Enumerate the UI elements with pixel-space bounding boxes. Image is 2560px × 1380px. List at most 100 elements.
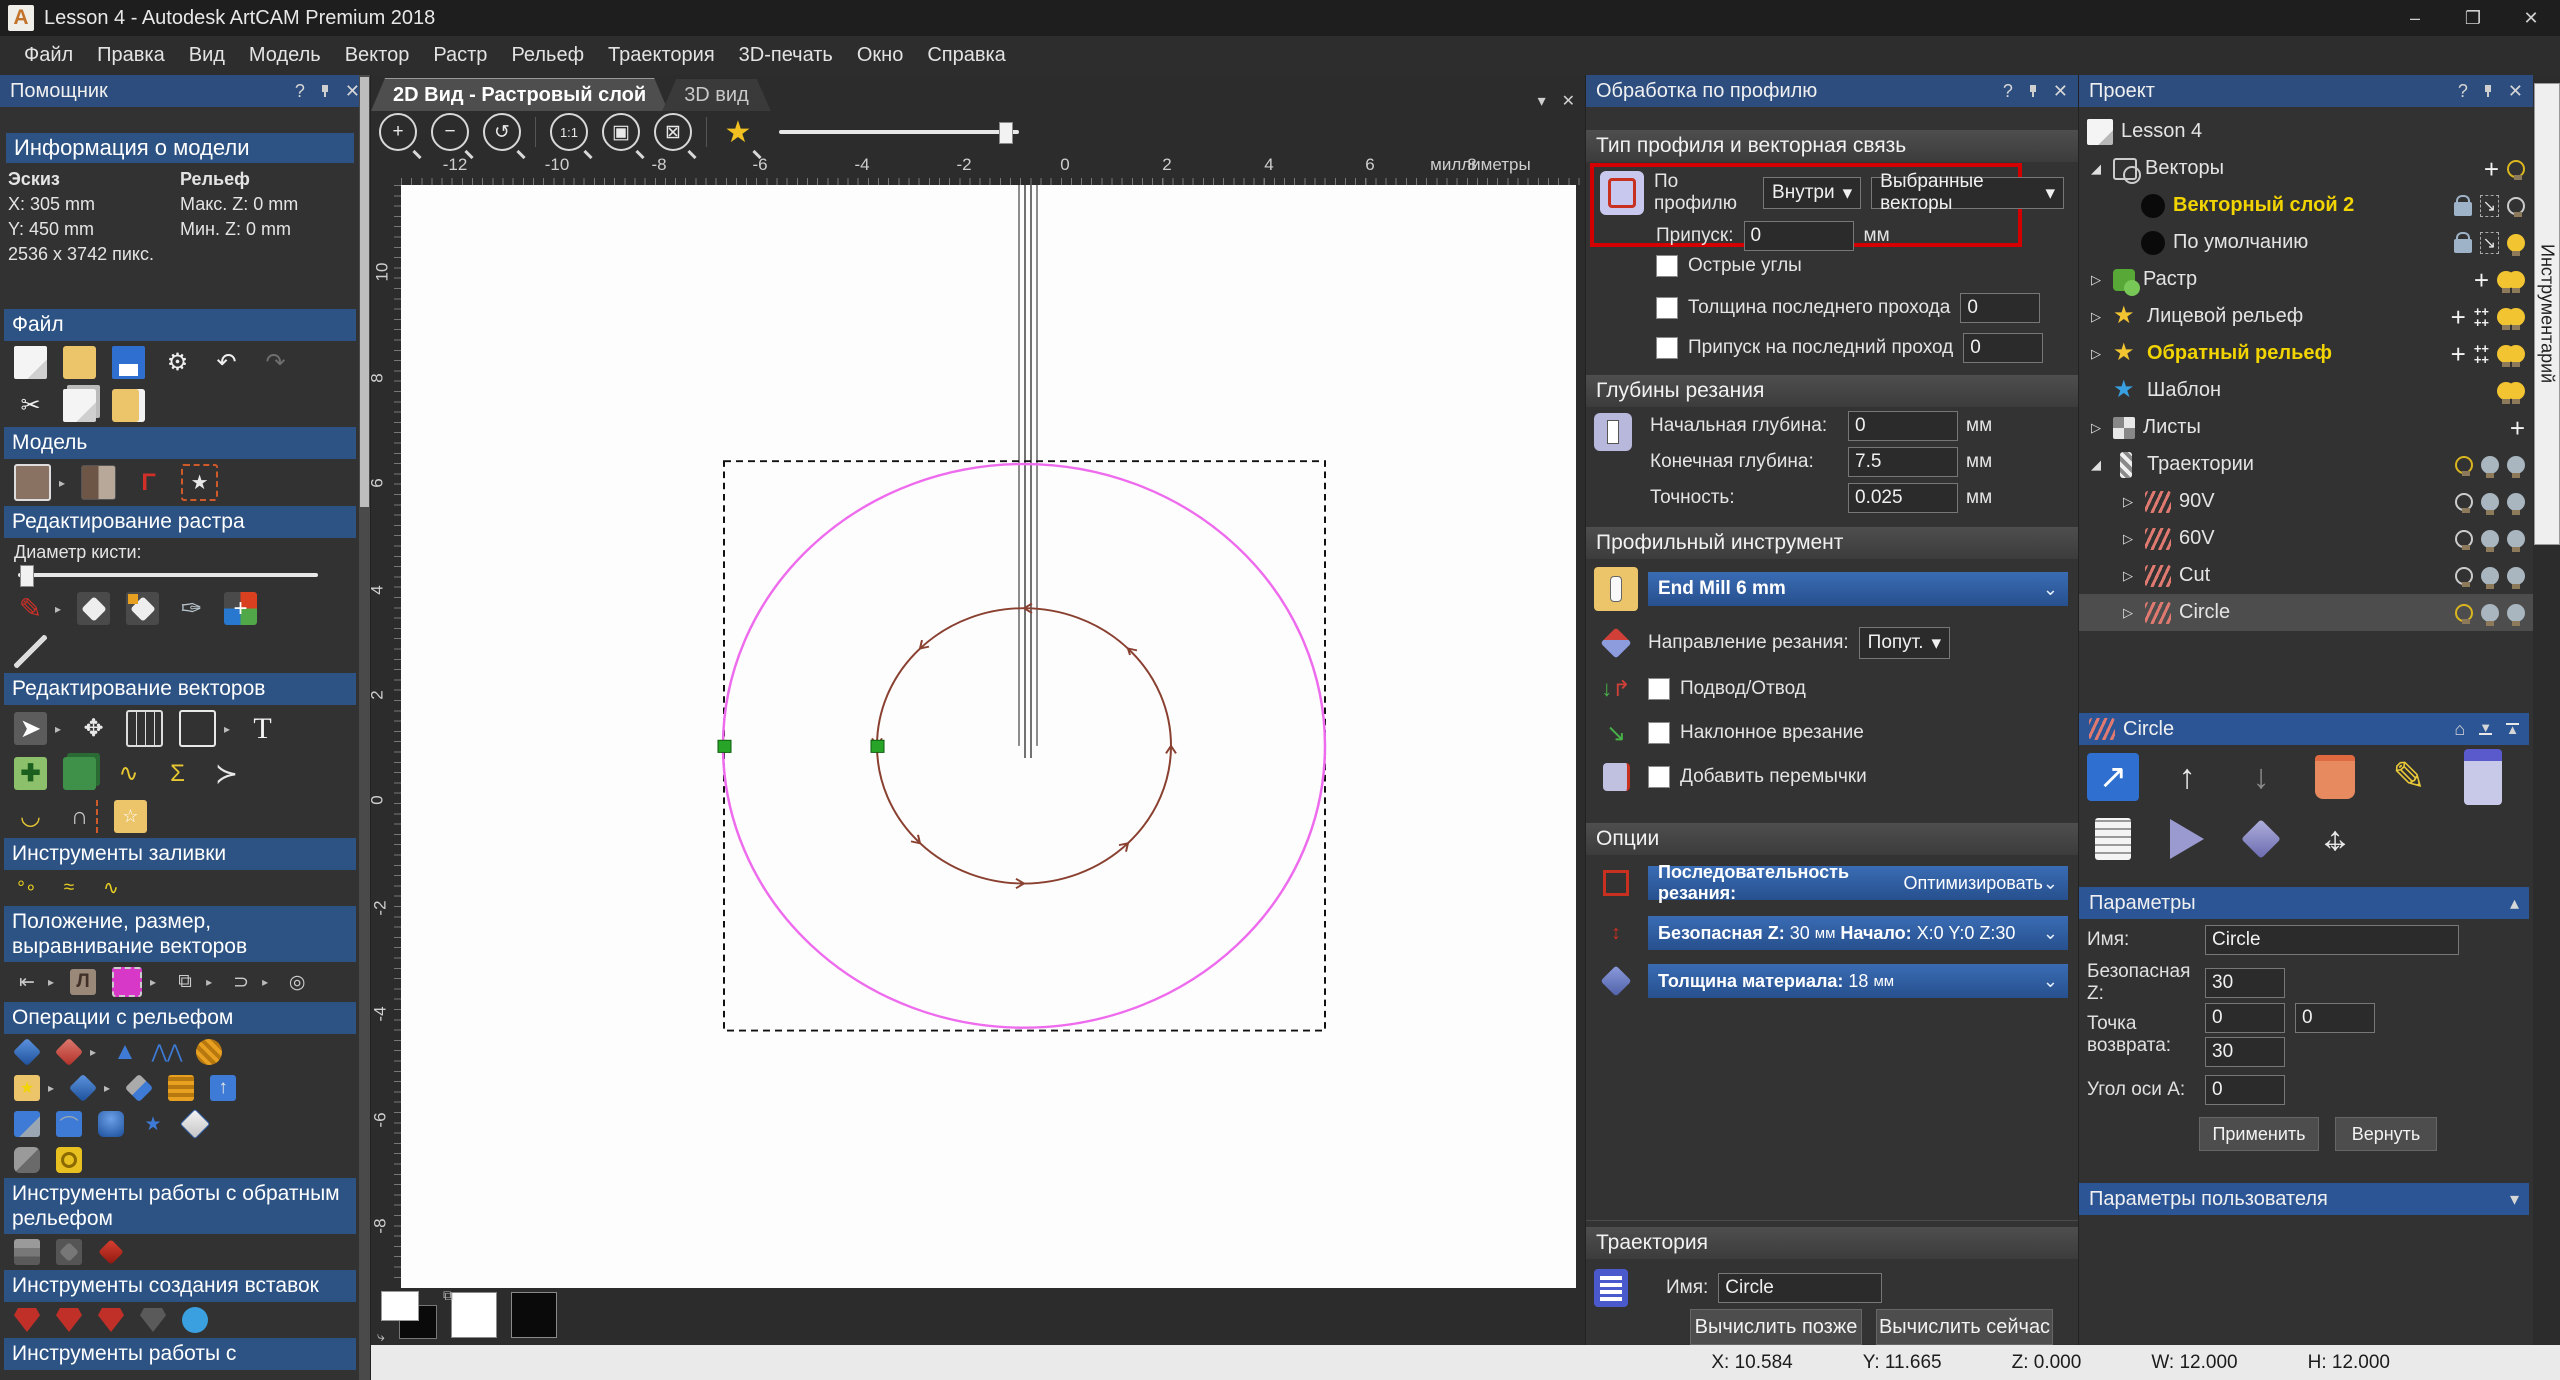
inlay-gem-gray-icon[interactable] [140,1307,166,1333]
move-up-icon[interactable]: ▲ [2506,723,2519,736]
color-picker-pipette-icon[interactable]: ✑ [175,592,208,625]
swap-colors-icon[interactable]: ⤷ [377,1328,385,1345]
param-a-axis-input[interactable] [2205,1075,2285,1105]
edit-nodes-icon[interactable]: Σ [161,757,194,790]
copy-vectors-icon[interactable] [63,757,96,790]
tree-item-vector-layer-2[interactable]: Векторный слой 2 ↘ [2079,187,2533,224]
text-tool-icon[interactable]: T [246,712,279,745]
tab-2d-view[interactable]: 2D Вид - Растровый слой [371,78,668,111]
relief-invert-icon[interactable] [179,1108,211,1140]
visibility-3d-icon[interactable] [2507,492,2525,515]
tree-item-toolpaths[interactable]: ◢ Траектории [2079,446,2533,483]
add-layer-icon[interactable]: + [2510,415,2525,441]
delete-toolpath-icon[interactable] [2309,753,2361,801]
inlay-gem-list-icon[interactable] [98,1307,124,1333]
zoom-in-icon[interactable]: + [379,113,417,151]
apply-button[interactable]: Применить [2199,1117,2319,1151]
last-pass-allowance-checkbox[interactable] [1656,337,1678,359]
select-vectors-icon[interactable]: ➤ [14,712,47,745]
param-return-x-input[interactable] [2205,1003,2285,1033]
visibility-icon[interactable] [2455,529,2473,550]
caret-collapsed-icon[interactable]: ▷ [2119,494,2137,510]
simulate-block-icon[interactable] [2235,815,2287,863]
allowance-input[interactable] [1743,221,1854,251]
paste-icon[interactable] [112,389,145,422]
export-toolpath-icon[interactable]: ↗ [2087,753,2139,801]
reverse-stamp-gray-icon[interactable] [56,1239,82,1265]
section-file[interactable]: Файл [4,309,356,341]
vector-handle-inner[interactable] [870,739,885,753]
simulate-toolpath-icon[interactable] [2161,815,2213,863]
model-lightness-icon[interactable] [81,465,117,500]
safe-z-bar[interactable]: Безопасная Z: 30 мм Начало: X:0 Y:0 Z:30… [1648,916,2068,950]
caret-expanded-icon[interactable]: ◢ [2087,161,2105,177]
relief-wrap-icon[interactable]: ⌒ [56,1111,82,1137]
menu-window[interactable]: Окно [845,44,915,67]
add-multiple-icon[interactable]: ++ ++ [2474,342,2489,366]
add-layer-icon[interactable]: + [2474,267,2489,293]
zoom-fit-icon[interactable]: ⊠ [654,113,692,151]
arrowhead-icon[interactable]: ≻ [210,757,243,790]
relief-plane-icon[interactable] [68,1073,98,1103]
tree-item-60v[interactable]: ▷ 60V [2079,520,2533,557]
lock-icon[interactable] [2453,194,2472,216]
vector-library-icon[interactable]: ☆ [114,800,147,833]
relief-swirl-icon[interactable] [54,1037,84,1067]
relief-oring-icon[interactable] [56,1147,82,1173]
zoom-slider[interactable] [779,122,1019,144]
visibility-3d-icon[interactable] [2507,566,2525,589]
inlay-gem-resize-icon[interactable] [56,1307,82,1333]
tool-select-bar[interactable]: End Mill 6 mm ⌄ [1648,572,2068,606]
zoom-previous-icon[interactable]: ↺ [483,113,521,151]
cut-direction-select[interactable]: Попут. ▾ [1858,627,1951,659]
last-pass-thickness-checkbox[interactable] [1656,297,1678,319]
tree-item-lesson4[interactable]: Lesson 4 [2079,113,2533,150]
section-model[interactable]: Модель [4,427,356,459]
flood-fill-icon[interactable] [77,592,111,625]
relief-lamp-icon[interactable]: Γ [132,466,165,499]
caret-collapsed-icon[interactable]: ▷ [2119,605,2137,621]
revert-button[interactable]: Вернуть [2335,1117,2437,1151]
minimize-button[interactable]: – [2386,0,2444,36]
relief-merge-icon[interactable]: ⋀⋀ [151,1039,182,1065]
start-depth-input[interactable] [1848,411,1958,441]
visibility-icon[interactable] [2455,492,2473,513]
model-canvas[interactable] [401,185,1576,1288]
menu-view[interactable]: Вид [177,44,237,67]
param-name-input[interactable] [2205,925,2459,955]
zoom-1to1-icon[interactable]: 1:1 [550,113,588,151]
align-icon[interactable]: ⇤ [14,969,40,995]
relief-dome-icon[interactable] [98,1111,124,1137]
edit-toolpath-pencil-icon[interactable]: ✎ [2383,753,2435,801]
assistant-scrollbar[interactable] [359,75,370,1380]
help-icon[interactable]: ? [2003,81,2013,102]
toolpath-name-input[interactable] [1718,1273,1883,1303]
menu-relief[interactable]: Рельеф [499,44,596,67]
visibility-icon[interactable] [2507,159,2525,180]
fill-dots-icon[interactable]: °∘ [14,875,40,901]
visibility-pair-icon[interactable] [2497,307,2525,330]
ramp-checkbox[interactable] [1648,722,1670,744]
relief-star-stamp-icon[interactable]: ★ [140,1111,166,1137]
inlay-gem-blue-icon[interactable] [182,1307,208,1333]
new-model-icon[interactable] [14,346,47,379]
menu-model[interactable]: Модель [237,44,333,67]
visibility-icon[interactable] [2507,233,2525,256]
group-shapes-icon[interactable]: ⧉ [172,969,198,995]
caret-collapsed-icon[interactable]: ▷ [2119,568,2137,584]
parameters-header[interactable]: Параметры ▴ [2079,887,2529,919]
visibility-3d-icon[interactable] [2507,603,2525,626]
primary-secondary-color-picker[interactable]: ⧉ ⤷ [377,1287,453,1344]
reverse-layers-icon[interactable] [14,1239,40,1265]
tree-item-vectors[interactable]: ◢ Векторы + [2079,150,2533,187]
add-color-icon[interactable]: + [224,592,258,625]
visibility-pair-icon[interactable] [2497,270,2525,293]
visibility-3d-icon[interactable] [2507,529,2525,552]
zoom-slider-handle[interactable] [999,122,1013,144]
tree-item-circle[interactable]: ▷ Circle [2079,594,2533,631]
section-inlay-tools[interactable]: Инструменты создания вставок [4,1270,356,1302]
add-layer-icon[interactable]: + [2451,341,2466,367]
vector-handle-left[interactable] [717,739,732,753]
draw-line-icon[interactable] [14,635,47,668]
visibility-2d-icon[interactable] [2481,529,2499,552]
